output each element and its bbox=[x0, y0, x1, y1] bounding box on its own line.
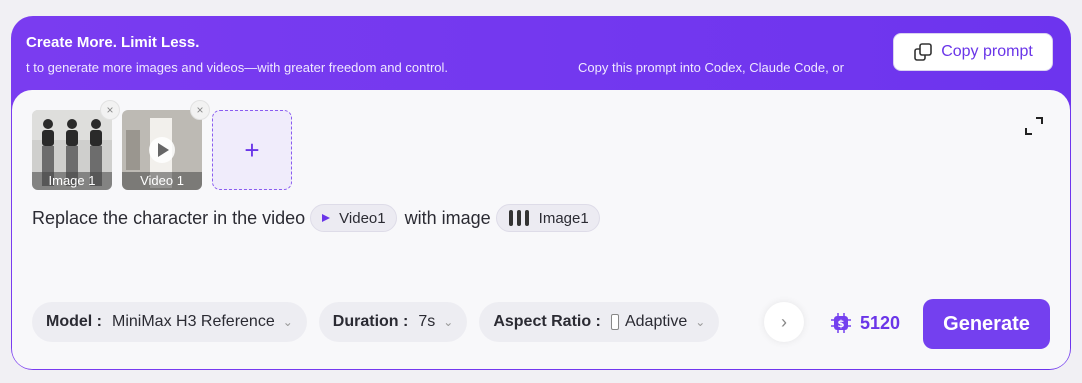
model-value: MiniMax H3 Reference bbox=[112, 313, 275, 330]
play-icon bbox=[322, 214, 331, 222]
prompt-card: Image 1 × Video 1 × + Replace the charac… bbox=[12, 90, 1070, 369]
duration-select[interactable]: Duration : 7s ⌄ bbox=[318, 302, 468, 342]
prompt-text[interactable]: Replace the character in the video Video… bbox=[32, 203, 608, 233]
marquee-text-left: t to generate more images and videos—wit… bbox=[26, 60, 449, 75]
video-thumbnail[interactable]: Video 1 bbox=[122, 110, 202, 190]
svg-text:$: $ bbox=[838, 319, 845, 330]
aspect-ratio-select[interactable]: Aspect Ratio : Adaptive ⌄ bbox=[479, 302, 720, 342]
plus-icon: + bbox=[244, 134, 260, 165]
prompt-text-middle: with image bbox=[404, 207, 491, 228]
generation-controls: Model : MiniMax H3 Reference ⌄ Duration … bbox=[32, 302, 720, 342]
copy-prompt-label: Copy prompt bbox=[941, 43, 1033, 60]
image-caption: Image 1 bbox=[32, 172, 112, 190]
video-chip-label: Video1 bbox=[339, 209, 386, 227]
credit-chip-icon: $ bbox=[831, 313, 851, 333]
chevron-down-icon: ⌄ bbox=[695, 315, 706, 329]
chevron-down-icon: ⌄ bbox=[282, 315, 293, 329]
generate-button[interactable]: Generate bbox=[923, 299, 1050, 349]
chevron-right-icon: › bbox=[781, 311, 787, 332]
video-reference-chip[interactable]: Video1 bbox=[310, 204, 397, 232]
banner-title: Create More. Limit Less. bbox=[26, 34, 200, 51]
prompt-text-before: Replace the character in the video bbox=[32, 207, 306, 228]
video-caption: Video 1 bbox=[122, 172, 202, 190]
remove-image-button[interactable]: × bbox=[100, 100, 120, 120]
banner-marquee: t to generate more images and videos—wit… bbox=[26, 60, 891, 78]
image-thumbnail[interactable]: Image 1 bbox=[32, 110, 112, 190]
duration-value: 7s bbox=[418, 313, 436, 330]
image-chip-label: Image1 bbox=[538, 209, 589, 227]
model-label: Model : bbox=[46, 313, 102, 330]
aspect-ratio-label: Aspect Ratio : bbox=[493, 313, 601, 330]
add-reference-button[interactable]: + bbox=[212, 110, 292, 190]
duration-label: Duration : bbox=[332, 313, 409, 330]
aspect-ratio-icon bbox=[610, 314, 619, 330]
credits-display: $ 5120 bbox=[830, 312, 900, 334]
image-chip-thumbnail bbox=[508, 210, 529, 226]
image-reference-chip[interactable]: Image1 bbox=[495, 204, 600, 232]
marquee-text-right: Copy this prompt into Codex, Claude Code… bbox=[578, 60, 844, 75]
remove-video-button[interactable]: × bbox=[190, 100, 210, 120]
copy-prompt-button[interactable]: Copy prompt bbox=[893, 33, 1053, 71]
chevron-down-icon: ⌄ bbox=[443, 315, 454, 329]
expand-icon[interactable] bbox=[1024, 116, 1044, 136]
credits-value: 5120 bbox=[860, 312, 901, 333]
copy-icon bbox=[914, 43, 933, 61]
model-select[interactable]: Model : MiniMax H3 Reference ⌄ bbox=[32, 302, 307, 342]
promo-panel: Create More. Limit Less. t to generate m… bbox=[11, 16, 1071, 370]
scroll-options-right-button[interactable]: › bbox=[764, 302, 804, 342]
aspect-ratio-value: Adaptive bbox=[624, 313, 688, 330]
